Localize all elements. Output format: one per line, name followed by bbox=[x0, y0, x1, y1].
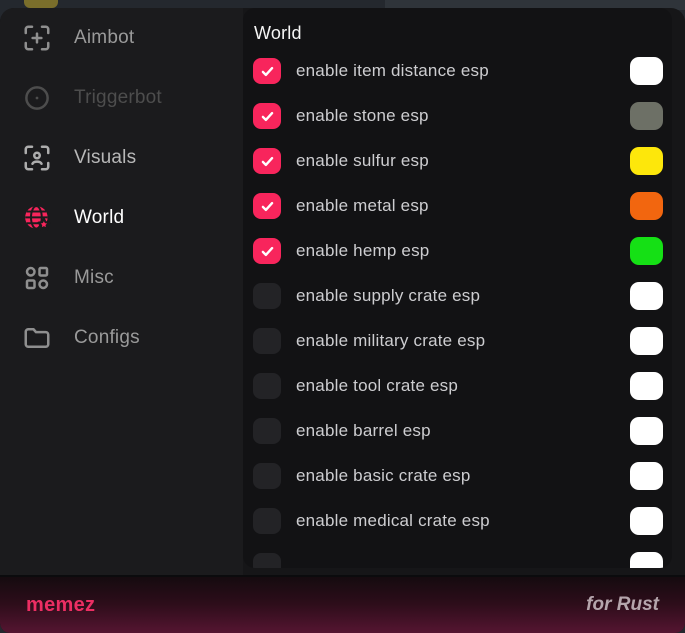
esp-row: enable metal esp bbox=[253, 192, 663, 220]
esp-row-label: enable barrel esp bbox=[296, 421, 431, 441]
esp-checkbox[interactable] bbox=[253, 463, 281, 489]
esp-row: enable tool crate esp bbox=[253, 372, 663, 400]
esp-row: enable supply crate esp bbox=[253, 282, 663, 310]
sidebar-item-label: Triggerbot bbox=[74, 87, 162, 109]
color-swatch[interactable] bbox=[630, 147, 663, 175]
sidebar-nav: Aimbot Triggerbot Visuals World Misc Configs bbox=[0, 8, 243, 368]
configs-folder-icon bbox=[22, 323, 52, 353]
color-swatch[interactable] bbox=[630, 237, 663, 265]
esp-row: enable item distance esp bbox=[253, 57, 663, 85]
esp-row: enable hemp esp bbox=[253, 237, 663, 265]
esp-row: enable basic crate esp bbox=[253, 462, 663, 490]
esp-row bbox=[253, 552, 663, 568]
aimbot-crosshair-icon bbox=[22, 23, 52, 53]
panel-title: World bbox=[254, 23, 672, 44]
esp-row: enable sulfur esp bbox=[253, 147, 663, 175]
game-background-detail bbox=[24, 0, 58, 8]
esp-row-label: enable sulfur esp bbox=[296, 151, 429, 171]
color-swatch[interactable] bbox=[630, 327, 663, 355]
triggerbot-circle-icon bbox=[22, 83, 52, 113]
esp-row-label: enable supply crate esp bbox=[296, 286, 480, 306]
color-swatch[interactable] bbox=[630, 372, 663, 400]
cheat-menu-window: AimbotTriggerbotVisualsWorldMiscConfigs … bbox=[0, 8, 685, 633]
esp-row-label: enable stone esp bbox=[296, 106, 429, 126]
sidebar-item-configs[interactable]: Configs bbox=[0, 308, 243, 368]
sidebar: Aimbot Triggerbot Visuals World Misc Configs bbox=[0, 8, 243, 575]
sidebar-item-label: World bbox=[74, 207, 124, 229]
esp-checkbox[interactable] bbox=[253, 553, 281, 568]
esp-row-label: enable medical crate esp bbox=[296, 511, 490, 531]
color-swatch[interactable] bbox=[630, 192, 663, 220]
esp-row-label: enable tool crate esp bbox=[296, 376, 458, 396]
esp-checkbox[interactable] bbox=[253, 328, 281, 354]
color-swatch[interactable] bbox=[630, 552, 663, 568]
visuals-scan-face-icon bbox=[22, 143, 52, 173]
world-settings-panel: World enable item distance esp enable sto… bbox=[243, 8, 672, 568]
esp-checkbox[interactable] bbox=[253, 373, 281, 399]
esp-checkbox[interactable] bbox=[253, 283, 281, 309]
esp-checkbox[interactable] bbox=[253, 103, 281, 129]
world-globe-icon bbox=[22, 203, 52, 233]
sidebar-item-misc[interactable]: Misc bbox=[0, 248, 243, 308]
esp-checkbox[interactable] bbox=[253, 193, 281, 219]
esp-row-label: enable military crate esp bbox=[296, 331, 485, 351]
misc-shapes-grid-icon bbox=[22, 263, 52, 293]
sidebar-item-label: Visuals bbox=[74, 147, 136, 169]
color-swatch[interactable] bbox=[630, 462, 663, 490]
esp-checkbox[interactable] bbox=[253, 148, 281, 174]
color-swatch[interactable] bbox=[630, 57, 663, 85]
sidebar-item-triggerbot[interactable]: Triggerbot bbox=[0, 68, 243, 128]
sidebar-item-label: Misc bbox=[74, 267, 114, 289]
sidebar-item-world[interactable]: World bbox=[0, 188, 243, 248]
esp-row-label: enable item distance esp bbox=[296, 61, 489, 81]
esp-row-label: enable hemp esp bbox=[296, 241, 429, 261]
esp-checkbox[interactable] bbox=[253, 418, 281, 444]
color-swatch[interactable] bbox=[630, 507, 663, 535]
sidebar-item-aimbot[interactable]: Aimbot bbox=[0, 8, 243, 68]
brand-name: memez bbox=[26, 594, 95, 617]
footer-bar: memez for Rust bbox=[0, 575, 685, 633]
esp-row: enable barrel esp bbox=[253, 417, 663, 445]
sidebar-item-visuals[interactable]: Visuals bbox=[0, 128, 243, 188]
esp-checkbox[interactable] bbox=[253, 238, 281, 264]
esp-settings-list: enable item distance esp enable stone esp… bbox=[243, 57, 672, 568]
esp-row-label: enable basic crate esp bbox=[296, 466, 471, 486]
esp-row: enable medical crate esp bbox=[253, 507, 663, 535]
esp-checkbox[interactable] bbox=[253, 58, 281, 84]
esp-row: enable stone esp bbox=[253, 102, 663, 130]
color-swatch[interactable] bbox=[630, 102, 663, 130]
esp-row: enable military crate esp bbox=[253, 327, 663, 355]
sidebar-item-label: Configs bbox=[74, 327, 140, 349]
footer-tagline: for Rust bbox=[586, 594, 659, 616]
esp-row-label: enable metal esp bbox=[296, 196, 429, 216]
sidebar-item-label: Aimbot bbox=[74, 27, 134, 49]
color-swatch[interactable] bbox=[630, 282, 663, 310]
color-swatch[interactable] bbox=[630, 417, 663, 445]
esp-checkbox[interactable] bbox=[253, 508, 281, 534]
